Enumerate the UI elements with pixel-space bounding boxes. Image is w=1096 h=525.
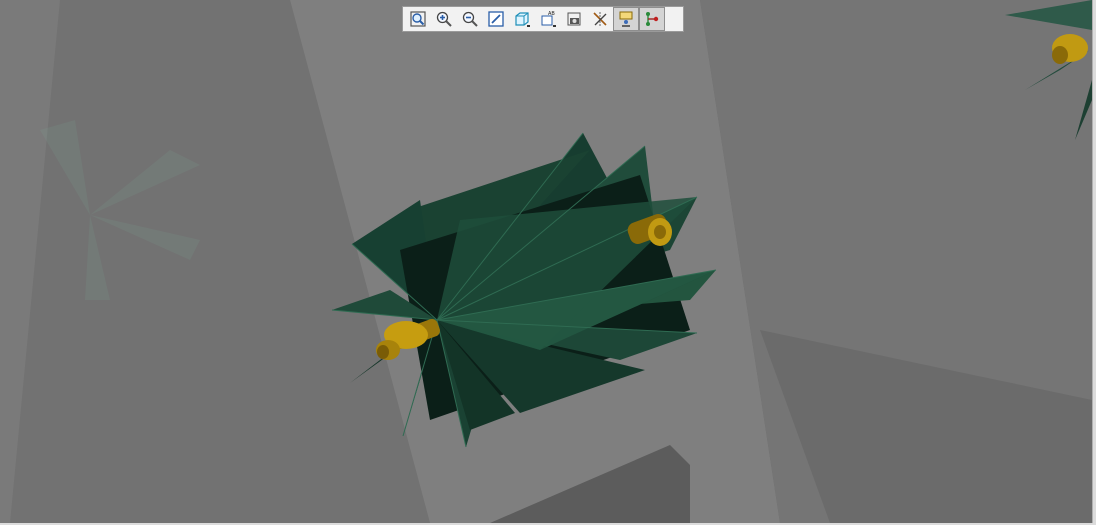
zoom-fit-icon: [410, 11, 426, 27]
presenter-button[interactable]: [613, 7, 639, 31]
graph-node-button[interactable]: [639, 7, 665, 31]
label-icon: AB: [541, 11, 556, 27]
scene: [0, 0, 1092, 523]
3d-viewport[interactable]: [0, 0, 1092, 523]
axes-icon: [593, 12, 607, 26]
sketch-button[interactable]: [483, 7, 509, 31]
window-edge-right: [1092, 0, 1096, 525]
presenter-icon: [619, 11, 633, 27]
view-cube-button[interactable]: [509, 7, 535, 31]
zoom-in-icon: [436, 11, 452, 27]
screenshot-button[interactable]: [561, 7, 587, 31]
svg-text:AB: AB: [548, 11, 555, 17]
viewer-toolbar: AB: [402, 6, 684, 32]
zoom-out-icon: [462, 11, 478, 27]
graph-node-icon: [646, 12, 659, 26]
sketch-icon: [488, 11, 504, 27]
label-button[interactable]: AB: [535, 7, 561, 31]
screenshot-icon: [567, 12, 581, 26]
zoom-fit-button[interactable]: [405, 7, 431, 31]
axes-button[interactable]: [587, 7, 613, 31]
zoom-in-button[interactable]: [431, 7, 457, 31]
view-cube-icon: [515, 12, 530, 27]
zoom-out-button[interactable]: [457, 7, 483, 31]
